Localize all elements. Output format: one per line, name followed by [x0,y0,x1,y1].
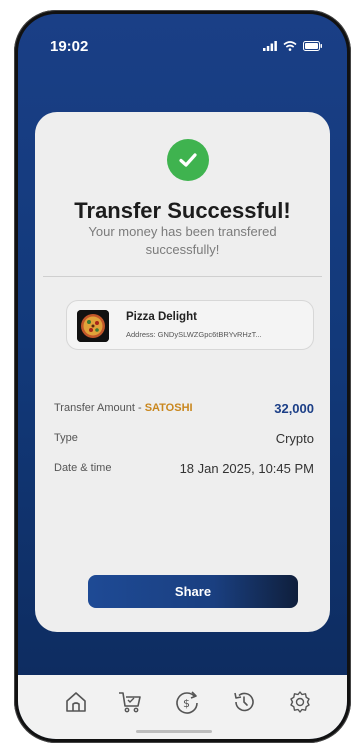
nav-home[interactable] [62,690,90,718]
nav-cart[interactable] [116,690,144,718]
success-title: Transfer Successful! [74,198,291,223]
status-bar: 19:02 [18,14,347,74]
merchant-address: Address: GNDySLWZGpc6tBRYvRHzT... [126,330,262,339]
history-icon [231,689,257,720]
amount-row: Transfer Amount - SATOSHI 32,000 [54,399,314,417]
home-icon [64,690,88,719]
datetime-row: Date & time 18 Jan 2025, 10:45 PM [54,459,314,477]
success-check-icon [167,139,209,181]
merchant-name: Pizza Delight [126,311,197,323]
merchant-card: Pizza Delight Address: GNDySLWZGpc6tBRYv… [66,300,314,350]
datetime-label: Date & time [54,462,112,474]
amount-label: Transfer Amount - SATOSHI [54,402,193,414]
status-icons [263,38,323,56]
type-label: Type [54,432,78,444]
share-button[interactable]: Share [88,575,298,608]
status-time: 19:02 [50,38,89,55]
settings-icon [287,689,313,720]
dollar-exchange-icon: $ [174,689,200,720]
nav-transfer[interactable]: $ [173,690,201,718]
signal-icon [263,38,277,56]
amount-token: SATOSHI [144,402,193,414]
app-screen: 19:02 Transfer Successful! Your money ha… [18,14,347,739]
transfer-result-card: Transfer Successful! Your money has been… [35,112,330,632]
bottom-navigation: $ [18,675,347,739]
phone-frame: 19:02 Transfer Successful! Your money ha… [14,10,351,743]
cart-icon [117,690,143,719]
amount-label-text: Transfer Amount - [54,402,142,414]
success-subtitle: Your money has been transfered successfu… [88,224,277,257]
pizza-logo-icon [77,310,109,342]
type-row: Type Crypto [54,429,314,447]
battery-icon [303,38,323,56]
svg-text:$: $ [183,697,190,710]
wifi-icon [283,38,297,56]
nav-settings[interactable] [286,690,314,718]
card-divider [43,276,322,277]
datetime-value: 18 Jan 2025, 10:45 PM [179,460,314,476]
type-value: Crypto [275,430,314,446]
nav-history[interactable] [230,690,258,718]
amount-value: 32,000 [274,400,314,416]
home-indicator[interactable] [136,730,212,733]
